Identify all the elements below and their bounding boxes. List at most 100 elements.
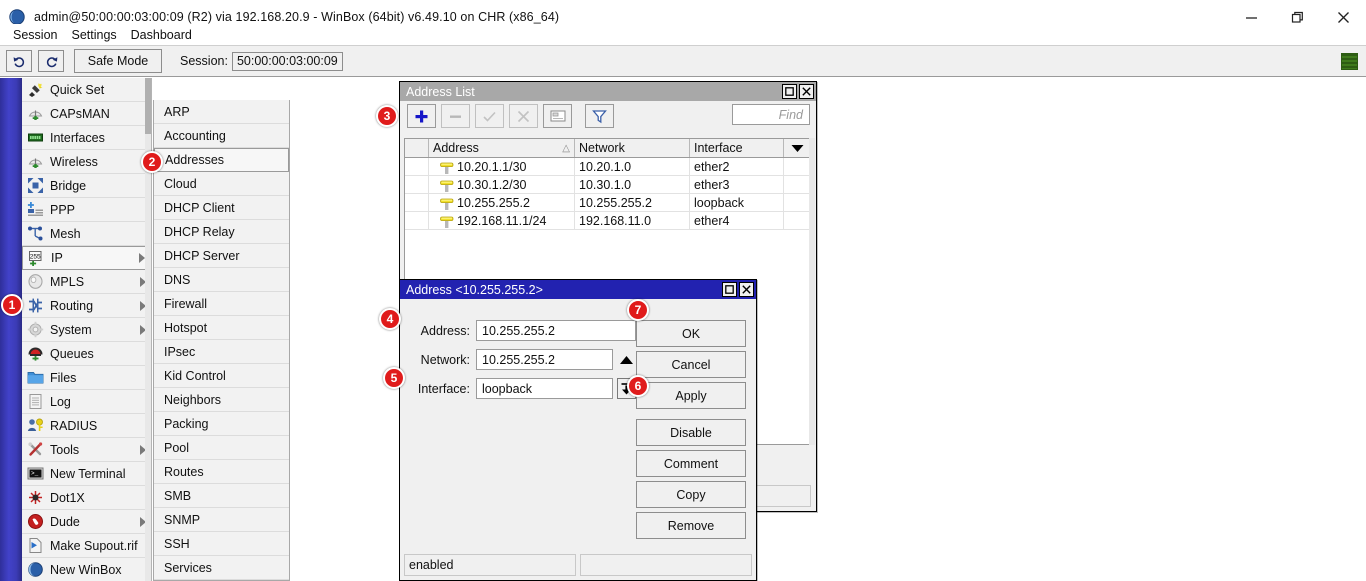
ip-submenu-item-label: Hotspot (164, 321, 207, 335)
sidebar-item-dude[interactable]: Dude (22, 510, 151, 534)
sidebar-item-label: CAPsMAN (50, 107, 110, 121)
sidebar-item-ip[interactable]: 255IP (22, 246, 151, 270)
undo-arrow-icon[interactable] (6, 50, 32, 72)
sidebar-item-label: Make Supout.rif (50, 539, 138, 553)
interface-field-label: Interface: (408, 382, 470, 396)
ip-submenu-item-services[interactable]: Services (154, 556, 289, 580)
network-input[interactable]: 10.255.255.2 (476, 349, 613, 370)
cancel-button[interactable]: Cancel (636, 351, 746, 378)
safe-mode-label: Safe Mode (88, 54, 148, 68)
ip-submenu-item-label: DHCP Relay (164, 225, 235, 239)
copy-button[interactable]: Copy (636, 481, 746, 508)
sidebar-item-tools[interactable]: Tools (22, 438, 151, 462)
ip-submenu-item-dhcp-relay[interactable]: DHCP Relay (154, 220, 289, 244)
ip-submenu-item-snmp[interactable]: SNMP (154, 508, 289, 532)
address-list-close-button[interactable] (799, 84, 814, 99)
safe-mode-button[interactable]: Safe Mode (74, 49, 162, 73)
ip-submenu-item-packing[interactable]: Packing (154, 412, 289, 436)
sidebar-item-mpls[interactable]: MPLS (22, 270, 151, 294)
ip-submenu-item-accounting[interactable]: Accounting (154, 124, 289, 148)
ip-submenu-item-ipsec[interactable]: IPsec (154, 340, 289, 364)
sidebar-scrollbar-thumb[interactable] (145, 78, 151, 134)
cross-icon[interactable] (509, 104, 538, 128)
ip-submenu-item-ssh[interactable]: SSH (154, 532, 289, 556)
sidebar-item-make-supout-rif[interactable]: Make Supout.rif (22, 534, 151, 558)
row-network-cell: 10.20.1.0 (575, 158, 690, 175)
address-list-titlebar[interactable]: Address List (400, 82, 816, 101)
ip-submenu-item-firewall[interactable]: Firewall (154, 292, 289, 316)
address-dialog-titlebar[interactable]: Address <10.255.255.2> (400, 280, 756, 299)
ip-submenu-item-dhcp-client[interactable]: DHCP Client (154, 196, 289, 220)
menu-dashboard[interactable]: Dashboard (124, 26, 199, 44)
row-flag-cell (405, 194, 429, 211)
row-address-cell: 192.168.11.1/24 (429, 212, 575, 229)
ip-submenu-item-smb[interactable]: SMB (154, 484, 289, 508)
sidebar-item-log[interactable]: Log (22, 390, 151, 414)
table-row[interactable]: 10.20.1.1/3010.20.1.0ether2 (405, 158, 810, 176)
ip-submenu-item-neighbors[interactable]: Neighbors (154, 388, 289, 412)
plus-icon[interactable] (407, 104, 436, 128)
check-icon[interactable] (475, 104, 504, 128)
sidebar-item-ppp[interactable]: PPP (22, 198, 151, 222)
find-input[interactable]: Find (732, 104, 810, 125)
ip-submenu-item-dns[interactable]: DNS (154, 268, 289, 292)
funnel-filter-icon[interactable] (585, 104, 614, 128)
sidebar-item-capsman[interactable]: CAPsMAN (22, 102, 151, 126)
sidebar-item-system[interactable]: System (22, 318, 151, 342)
menu-settings[interactable]: Settings (64, 26, 123, 44)
sidebar-item-quick-set[interactable]: Quick Set (22, 78, 151, 102)
ip-submenu-item-cloud[interactable]: Cloud (154, 172, 289, 196)
ip-submenu-item-kid-control[interactable]: Kid Control (154, 364, 289, 388)
row-address-text: 10.30.1.2/30 (457, 178, 527, 192)
sidebar-item-mesh[interactable]: Mesh (22, 222, 151, 246)
log-icon (26, 393, 44, 411)
ip-submenu-item-pool[interactable]: Pool (154, 436, 289, 460)
step-badge-2: 2 (141, 151, 163, 173)
comment-button[interactable]: Comment (636, 450, 746, 477)
ok-button[interactable]: OK (636, 320, 746, 347)
menu-session[interactable]: Session (6, 26, 64, 44)
redo-arrow-icon[interactable] (38, 50, 64, 72)
grid-header-network[interactable]: Network (575, 139, 690, 157)
address-dialog-restore-button[interactable] (722, 282, 737, 297)
remove-button[interactable]: Remove (636, 512, 746, 539)
address-list-restore-button[interactable] (782, 84, 797, 99)
sidebar-item-routing[interactable]: Routing (22, 294, 151, 318)
grid-header-flag (405, 139, 429, 157)
ip-submenu-item-label: Accounting (164, 129, 226, 143)
table-row[interactable]: 10.255.255.210.255.255.2loopback (405, 194, 810, 212)
ip-submenu-item-dhcp-server[interactable]: DHCP Server (154, 244, 289, 268)
grid-header-interface[interactable]: Interface (690, 139, 784, 157)
disable-button[interactable]: Disable (636, 419, 746, 446)
address-list-vertical-scrollbar[interactable] (809, 138, 815, 445)
table-row[interactable]: 10.30.1.2/3010.30.1.0ether3 (405, 176, 810, 194)
sidebar-item-wireless[interactable]: Wireless (22, 150, 151, 174)
sidebar-item-queues[interactable]: Queues (22, 342, 151, 366)
comment-icon[interactable] (543, 104, 572, 128)
minus-icon[interactable] (441, 104, 470, 128)
sidebar-item-dot1x[interactable]: Dot1X (22, 486, 151, 510)
address-input[interactable]: 10.255.255.2 (476, 320, 636, 341)
sidebar-item-radius[interactable]: RADIUS (22, 414, 151, 438)
ip-submenu-item-addresses[interactable]: Addresses (154, 148, 289, 172)
address-dialog-close-button[interactable] (739, 282, 754, 297)
sidebar-item-label: Dude (50, 515, 80, 529)
sidebar-item-interfaces[interactable]: Interfaces (22, 126, 151, 150)
sidebar-item-new-terminal[interactable]: >_New Terminal (22, 462, 151, 486)
table-row[interactable]: 192.168.11.1/24192.168.11.0ether4 (405, 212, 810, 230)
sidebar-item-new-winbox[interactable]: New WinBox (22, 558, 151, 581)
bridge-icon (26, 177, 44, 195)
grid-header-menu[interactable] (784, 139, 810, 157)
sidebar-item-bridge[interactable]: Bridge (22, 174, 151, 198)
row-address-cell: 10.255.255.2 (429, 194, 575, 211)
apply-button[interactable]: Apply (636, 382, 746, 409)
ip-submenu-item-routes[interactable]: Routes (154, 460, 289, 484)
grid-header-address[interactable]: Address △ (429, 139, 575, 157)
ip-submenu-item-arp[interactable]: ARP (154, 100, 289, 124)
sidebar-item-files[interactable]: Files (22, 366, 151, 390)
ip-submenu-item-hotspot[interactable]: Hotspot (154, 316, 289, 340)
interface-input[interactable]: loopback (476, 378, 613, 399)
sidebar-item-label: MPLS (50, 275, 84, 289)
network-expand-arrow-icon[interactable] (617, 349, 636, 370)
address-pin-icon (439, 196, 455, 210)
